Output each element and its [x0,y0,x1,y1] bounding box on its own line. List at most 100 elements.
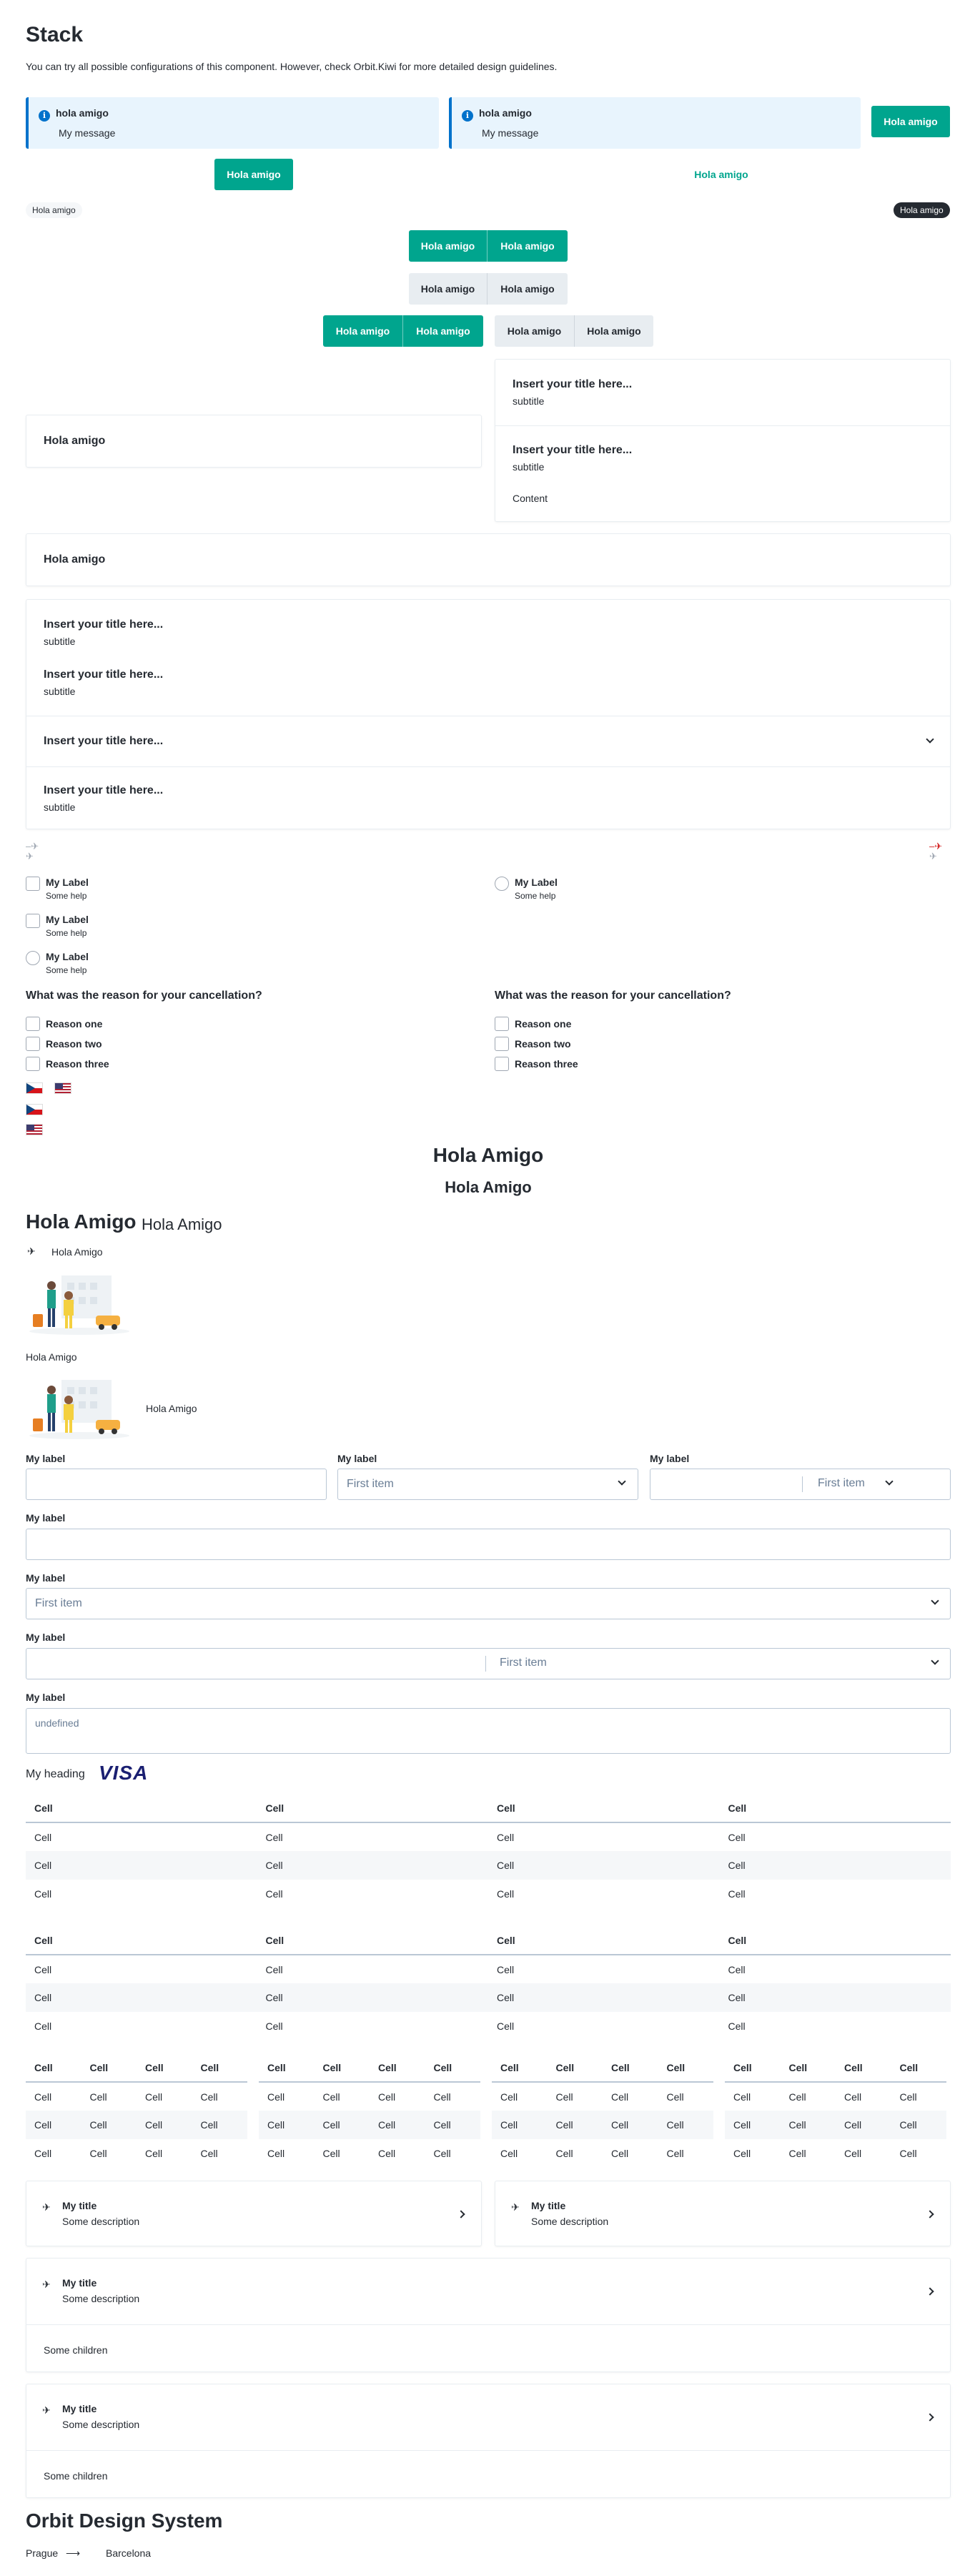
info-icon: i [462,110,473,122]
airplane-icon: ✈ [42,2279,51,2290]
checkbox[interactable] [26,1037,40,1051]
chevron-right-icon [926,2210,934,2219]
table-header-cell: Cell [370,2053,425,2083]
table-cell: Cell [433,2148,451,2159]
button-group-secondary-item[interactable]: Hola amigo [409,273,488,305]
flag-us-icon [26,1124,43,1135]
button-group-secondary-item[interactable]: Hola amigo [488,273,568,305]
airplane-icon: ✈ [26,851,34,862]
table-cell: Cell [81,2111,137,2139]
table-cell: Cell [603,2111,658,2139]
table-cell: Cell [314,2111,370,2139]
select-input[interactable]: First item [337,1469,638,1500]
button-group-primary-item[interactable]: Hola amigo [323,315,403,347]
card-section-subtitle: subtitle [513,395,545,407]
table-cell: Cell [200,2148,218,2159]
field-label: My label [26,1453,66,1464]
table-header-cell: Cell [26,2053,81,2083]
tile-title: My title [62,2200,97,2211]
checkbox-help: Some help [46,891,87,901]
card-expandable: Insert your title here... subtitle Inser… [26,599,951,829]
chevron-down-icon[interactable] [926,735,934,744]
data-table: Cell Cell Cell Cell Cell Cell Cell Cell Cell Cell… [492,2053,713,2168]
field-label: My label [26,1692,66,1703]
table-cell: Cell [265,1963,283,1975]
tile-title: My title [62,2277,97,2289]
chevron-right-icon [926,2287,934,2296]
reason-label: Reason one [46,1018,103,1030]
table-cell: Cell [733,2091,751,2103]
heading-small: My heading [26,1768,85,1780]
table-cell: Cell [719,1851,951,1880]
tile[interactable]: ✈ My title Some description [26,2181,482,2246]
table-cell: Cell [26,1983,257,2012]
reason-label: Reason two [46,1038,102,1050]
table-cell: Cell [378,2148,396,2159]
data-table: Cell Cell Cell Cell Cell Cell Cell Cell Cell Cell… [26,2053,247,2168]
table-cell: Cell [492,2111,548,2139]
card-expandable-section[interactable]: Insert your title here... [26,716,950,766]
radio[interactable] [495,877,509,891]
table-cell: Cell [378,2091,396,2103]
checkbox-label: My Label [46,914,89,925]
text-input[interactable] [26,1469,327,1500]
radio[interactable] [26,951,40,965]
card-section-title: Insert your title here... [513,378,633,390]
hola-amigo-button[interactable]: Hola amigo [214,159,293,190]
checkbox[interactable] [495,1057,509,1071]
table-cell: Cell [497,1831,515,1843]
table-cell: Cell [788,2091,806,2103]
tile-children: Some children [44,2344,108,2356]
table-cell: Cell [89,2091,107,2103]
table-header-cell: Cell [257,1926,488,1955]
table-cell: Cell [34,1963,52,1975]
table-cell: Cell [497,1888,515,1900]
table-cell: Cell [267,2091,285,2103]
select-input[interactable]: First item [26,1588,951,1619]
table-header-cell: Cell [257,1794,488,1823]
table-cell: Cell [265,2020,283,2032]
heading-large: Hola Amigo [26,1210,137,1233]
tile-description: Some description [62,2419,140,2430]
table-cell: Cell [666,2148,684,2159]
select-value: First item [500,1657,547,1669]
tile[interactable]: ✈ My title Some description [495,2181,951,2246]
text-input[interactable] [26,1529,951,1560]
button-group-primary-item[interactable]: Hola amigo [409,230,488,262]
textarea-value: undefined [35,1717,79,1729]
alert-title: hola amigo [479,107,532,119]
hola-amigo-button[interactable]: Hola amigo [871,106,950,137]
button-group-primary-item[interactable]: Hola amigo [403,315,483,347]
button-group-secondary-item[interactable]: Hola amigo [575,315,653,347]
table-cell: Cell [728,2020,746,2032]
checkbox[interactable] [495,1017,509,1031]
checkbox-label: My Label [46,877,89,888]
checkbox[interactable] [26,877,40,891]
alert-message: My message [59,127,116,139]
table-cell: Cell [891,2111,946,2139]
textarea[interactable]: undefined [26,1708,951,1754]
checkbox[interactable] [26,1017,40,1031]
checkbox[interactable] [495,1037,509,1051]
button-group-secondary-item[interactable]: Hola amigo [495,315,575,347]
radio-help: Some help [515,891,556,901]
checkbox[interactable] [26,1057,40,1071]
checkbox[interactable] [26,914,40,928]
card-section-subtitle: subtitle [513,461,545,473]
select-value: First item [818,1477,865,1489]
tile-title: My title [62,2403,97,2414]
card-title: Hola amigo [44,435,106,447]
airplane-icon: ✈ [27,1245,36,1257]
hola-amigo-link-button[interactable]: Hola amigo [682,159,761,190]
alert-title: hola amigo [56,107,109,119]
button-group-primary-item[interactable]: Hola amigo [488,230,568,262]
visa-logo: VISA [99,1762,149,1784]
table-cell: Cell [34,2148,52,2159]
tile-expandable[interactable]: ✈ My title Some description Some childre… [26,2258,951,2372]
table-cell: Cell [265,1888,283,1900]
table-cell: Cell [899,2091,917,2103]
input-group[interactable]: First item [650,1469,951,1500]
table-header-cell: Cell [547,2053,603,2083]
tile-expandable[interactable]: ✈ My title Some description Some childre… [26,2384,951,2498]
input-group[interactable]: First item [26,1648,951,1679]
